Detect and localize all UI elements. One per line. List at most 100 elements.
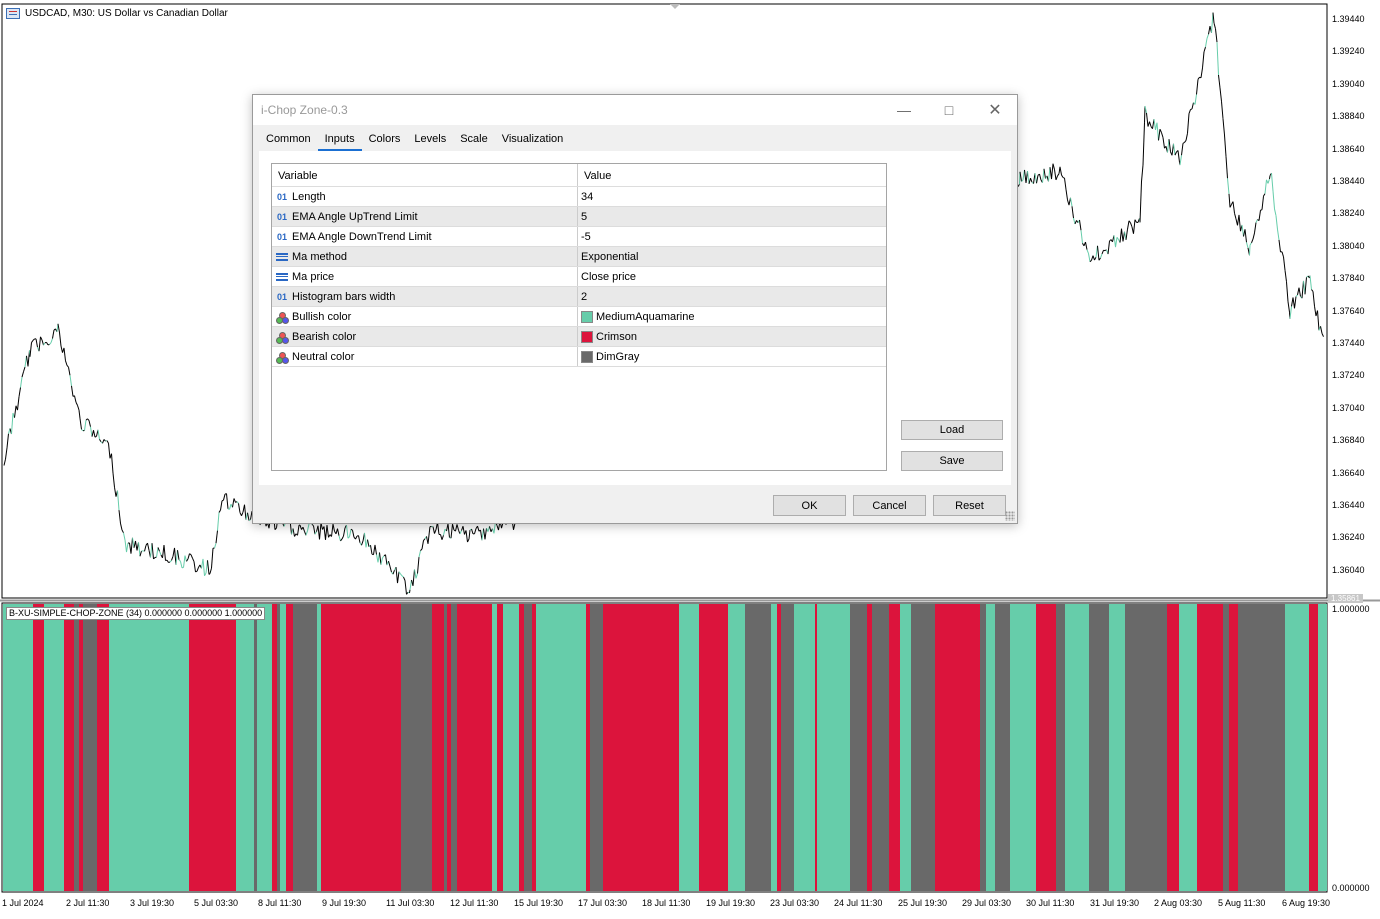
price-segment [1286, 281, 1289, 302]
price-segment [418, 550, 421, 558]
histogram-bar [911, 604, 916, 891]
price-segment [404, 580, 407, 595]
properties-dialog[interactable]: i-Chop Zone-0.3 — □ ✕ Common Inputs Colo… [252, 94, 1018, 524]
price-segment [35, 338, 38, 348]
price-segment [489, 526, 492, 532]
value-cell[interactable]: DimGray [578, 347, 639, 366]
int-icon: 01 [276, 231, 287, 242]
input-row[interactable]: 01 Length 34 [272, 187, 886, 207]
variable-column-header[interactable]: Variable [272, 164, 578, 186]
histogram-bar [135, 604, 143, 891]
tab-colors[interactable]: Colors [362, 129, 408, 151]
value-cell[interactable]: 2 [578, 287, 587, 306]
price-segment [102, 439, 105, 444]
input-row[interactable]: 01 Histogram bars width 2 [272, 287, 886, 307]
price-segment [147, 542, 150, 551]
dialog-titlebar[interactable]: i-Chop Zone-0.3 — □ ✕ [253, 95, 1017, 125]
histogram-bar [114, 604, 119, 891]
input-row[interactable]: Neutral color DimGray [272, 347, 886, 367]
histogram-bar [33, 604, 36, 891]
maximize-icon[interactable]: □ [926, 95, 972, 125]
histogram-bar [771, 604, 777, 891]
price-segment [443, 529, 446, 536]
price-segment [208, 573, 211, 575]
minimize-icon[interactable]: — [881, 95, 927, 125]
value-cell[interactable]: -5 [578, 227, 591, 246]
tab-inputs[interactable]: Inputs [317, 129, 362, 151]
price-segment [69, 375, 72, 386]
price-segment [1261, 196, 1264, 210]
histogram-bar [97, 604, 102, 891]
price-segment [1188, 109, 1191, 114]
save-button[interactable]: Save [901, 451, 1003, 471]
price-segment [126, 542, 129, 553]
price-segment [29, 342, 32, 357]
histogram-bar [199, 604, 203, 891]
grid-header: Variable Value [272, 164, 886, 187]
price-tick-label: 1.36040 [1332, 564, 1365, 575]
price-segment [1241, 224, 1244, 237]
resize-grip-icon[interactable] [1005, 511, 1015, 521]
cancel-button[interactable]: Cancel [853, 495, 926, 516]
price-segment [1182, 141, 1185, 144]
dialog-tabs: Common Inputs Colors Levels Scale Visual… [259, 129, 570, 151]
price-segment [1249, 242, 1252, 246]
price-segment [156, 547, 159, 558]
int-icon: 01 [276, 191, 287, 202]
value-column-header[interactable]: Value [578, 164, 611, 186]
ok-button[interactable]: OK [773, 495, 846, 516]
price-segment [420, 548, 423, 551]
price-segment [409, 589, 411, 594]
histogram-bar [639, 604, 645, 891]
load-button[interactable]: Load [901, 420, 1003, 440]
input-row[interactable]: Bearish color Crimson [272, 327, 886, 347]
close-icon[interactable]: ✕ [972, 95, 1018, 125]
histogram-bar [270, 604, 272, 891]
price-segment [247, 512, 250, 521]
price-segment [1156, 122, 1159, 141]
histogram-bar [881, 604, 889, 891]
histogram-bar [510, 604, 519, 891]
price-segment [1272, 190, 1275, 209]
value-cell[interactable]: Exponential [578, 247, 639, 266]
price-segment [1079, 219, 1082, 231]
value-cell[interactable]: 5 [578, 207, 587, 226]
histogram-bar [254, 604, 257, 891]
histogram-bar [425, 604, 432, 891]
tab-scale[interactable]: Scale [453, 129, 495, 151]
input-row[interactable]: 01 EMA Angle UpTrend Limit 5 [272, 207, 886, 227]
input-row[interactable]: Bullish color MediumAquamarine [272, 307, 886, 327]
variable-name: Length [292, 190, 326, 203]
tab-common[interactable]: Common [259, 129, 318, 151]
histogram-bar [685, 604, 693, 891]
price-segment [123, 532, 126, 541]
input-row[interactable]: Ma method Exponential [272, 247, 886, 267]
histogram-bar [22, 604, 26, 891]
reset-button[interactable]: Reset [933, 495, 1006, 516]
value-cell[interactable]: Crimson [578, 327, 637, 346]
histogram-bar [1077, 604, 1086, 891]
histogram-bar [420, 604, 425, 891]
histogram-bar [1201, 604, 1203, 891]
price-segment [1206, 34, 1209, 39]
price-segment [1271, 173, 1274, 192]
price-segment [221, 499, 224, 502]
value-cell[interactable]: MediumAquamarine [578, 307, 694, 326]
value-cell[interactable]: Close price [578, 267, 636, 286]
input-row[interactable]: 01 EMA Angle DownTrend Limit -5 [272, 227, 886, 247]
price-segment [3, 458, 6, 466]
price-segment [361, 540, 364, 546]
input-row[interactable]: Ma price Close price [272, 267, 886, 287]
histogram-bar [679, 604, 681, 891]
price-segment [1144, 106, 1146, 123]
price-segment [417, 557, 420, 574]
price-segment [1065, 189, 1068, 201]
histogram-bar [356, 604, 361, 891]
tab-visualization[interactable]: Visualization [495, 129, 571, 151]
histogram-bar [1089, 604, 1093, 891]
value-cell[interactable]: 34 [578, 187, 593, 206]
tab-levels[interactable]: Levels [407, 129, 453, 151]
price-segment [1191, 102, 1194, 110]
price-segment [217, 512, 220, 531]
price-segment [218, 509, 221, 513]
